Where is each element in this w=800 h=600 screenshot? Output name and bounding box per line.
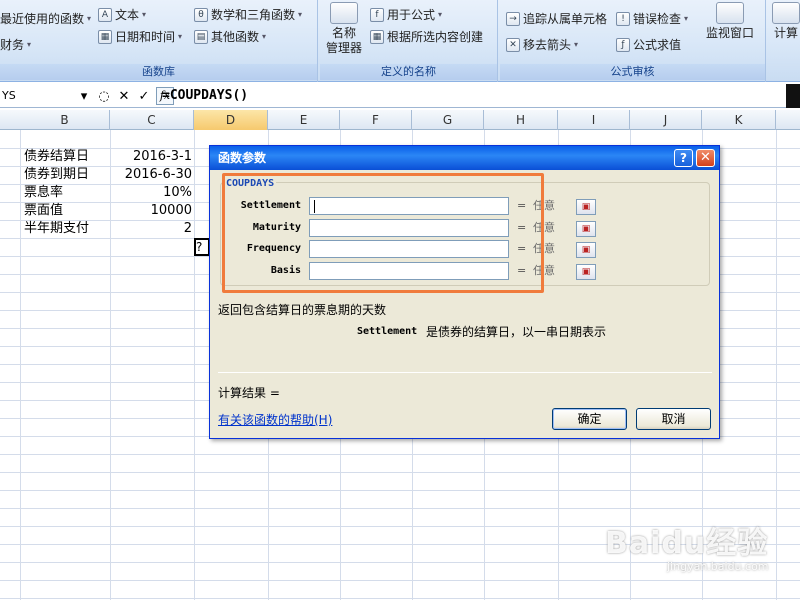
name-manager-icon [330,2,358,24]
formula-input[interactable]: =COUPDAYS() [162,86,248,106]
parameter-description: 是债券的结算日，以一串日期表示 [426,325,607,339]
parameter-name: Settlement [357,326,418,337]
collapse-dialog-icon[interactable]: ▣ [576,221,596,237]
column-header-b[interactable]: B [20,110,110,130]
check-icon[interactable]: ✓ [136,89,152,104]
name-box[interactable]: YS [0,86,72,106]
chevron-down-icon: ▾ [298,10,303,19]
ribbon-group-calculation: 计算 [768,0,800,82]
ribbon: 最近使用的函数 ▾ 财务 ▾ A 文本 ▾ ▦ 日期和时间 ▾ θ 数学和三角函数 ▾ ▤ 其他函… [0,0,800,82]
function-description: 返回包含结算日的票息期的天数 [218,303,387,317]
column-header-h[interactable]: H [484,110,558,130]
use-in-formula-button[interactable]: f 用于公式 ▾ [370,6,442,23]
calculation-button[interactable]: 计算 [772,2,800,41]
cell-c-maturity-value[interactable]: 2016-6-30 [110,166,192,184]
column-headers: B C D E F G H I J K [0,110,800,130]
formula-result: 计算结果 = [218,386,280,400]
chevron-down-icon: ▾ [178,32,183,41]
annotation-highlight-box [222,173,544,293]
divider [218,372,712,373]
column-header-c[interactable]: C [110,110,194,130]
column-header-k[interactable]: K [702,110,776,130]
cell-b-rate-label[interactable]: 票息率 [24,184,63,202]
cell-b-maturity-label[interactable]: 债券到期日 [24,166,89,184]
collapse-dialog-icon[interactable]: ▣ [576,264,596,280]
dialog-title[interactable]: 函数参数 [210,146,719,170]
name-manager-label: 名称 管理器 [326,26,363,55]
watch-window-button[interactable]: 监视窗口 [706,2,754,41]
chevron-down-icon: ▾ [574,40,579,49]
more-functions-icon: ▤ [194,29,208,44]
cancel-icon[interactable]: ✕ [116,89,132,104]
chevron-down-icon: ▾ [262,32,267,41]
ribbon-group-formula-auditing: → 追踪从属单元格 ✕ 移去箭头 ▾ ! 错误检查 ▾ ƒ 公式求值 监视窗口 公式审核 [500,0,766,82]
create-from-selection-button[interactable]: ▦ 根据所选内容创建 [370,28,483,45]
cancel-button[interactable]: 取消 [636,408,711,430]
close-button[interactable]: ✕ [696,149,715,167]
error-checking-button[interactable]: ! 错误检查 ▾ [616,10,688,27]
formula-buttons: ▾ ◌ ✕ ✓ fx [76,86,174,106]
chevron-down-icon: ▾ [142,10,147,19]
chevron-down-icon: ▾ [87,14,92,23]
chevron-down-icon: ▾ [27,40,32,49]
ribbon-group-function-library: 最近使用的函数 ▾ 财务 ▾ A 文本 ▾ ▦ 日期和时间 ▾ θ 数学和三角函数 ▾ ▤ 其他函… [0,0,318,82]
column-header-blank [776,110,800,130]
function-arguments-dialog: 函数参数 ? ✕ Settlement ▣ = 任意 Maturity ▣ = … [209,145,720,439]
calculation-icon [772,2,800,24]
text-icon: A [98,7,112,22]
column-header-g[interactable]: G [412,110,484,130]
column-header-d[interactable]: D [194,110,268,130]
grid-icon: ▦ [370,29,384,44]
column-header-f[interactable]: F [340,110,412,130]
help-on-function-link[interactable]: 有关该函数的帮助(H) [218,411,332,428]
ok-button[interactable]: 确定 [552,408,627,430]
circle-icon: ◌ [98,88,110,104]
recent-functions-button[interactable]: 最近使用的函数 ▾ [0,10,91,27]
cell-c-par-value[interactable]: 10000 [110,202,192,220]
watermark: Baidu经验 jingyan.baidu.com [605,518,769,573]
cell-c-frequency-value[interactable]: 2 [110,220,192,238]
watermark-url: jingyan.baidu.com [667,560,769,573]
evaluate-formula-button[interactable]: ƒ 公式求值 [616,36,681,53]
collapse-dialog-icon[interactable]: ▣ [576,199,596,215]
trace-dependents-button[interactable]: → 追踪从属单元格 [506,10,607,27]
theta-icon: θ [194,7,208,22]
error-check-icon: ! [616,11,630,26]
watch-window-icon [716,2,744,24]
formula-bar: YS ▾ ◌ ✕ ✓ fx =COUPDAYS() [0,84,800,108]
cell-c-settlement-value[interactable]: 2016-3-1 [110,148,192,166]
fx-icon: f [370,7,384,22]
remove-arrows-icon: ✕ [506,37,520,52]
group-label: 定义的名称 [320,64,497,80]
remove-arrows-button[interactable]: ✕ 移去箭头 ▾ [506,36,578,53]
column-header-j[interactable]: J [630,110,702,130]
cell-c-rate-value[interactable]: 10% [110,184,192,202]
cell-b-frequency-label[interactable]: 半年期支付 [24,220,89,238]
financial-button[interactable]: 财务 ▾ [0,36,31,53]
name-manager-button[interactable]: 名称 管理器 [326,2,362,56]
group-label: 公式审核 [500,64,765,80]
active-cell[interactable]: ?D [194,238,210,256]
cell-b-settlement-label[interactable]: 债券结算日 [24,148,89,166]
collapse-dialog-icon[interactable]: ▣ [576,242,596,258]
watermark-brand: Baidu经验 [605,526,769,561]
date-time-button[interactable]: ▦ 日期和时间 ▾ [98,28,182,45]
column-header-e[interactable]: E [268,110,340,130]
group-label: 函数库 [0,64,317,80]
evaluate-icon: ƒ [616,37,630,52]
math-trig-button[interactable]: θ 数学和三角函数 ▾ [194,6,302,23]
help-button[interactable]: ? [674,149,693,167]
ribbon-group-defined-names: 名称 管理器 f 用于公式 ▾ ▦ 根据所选内容创建 定义的名称 [320,0,498,82]
text-functions-button[interactable]: A 文本 ▾ [98,6,146,23]
chevron-down-icon: ▾ [438,10,443,19]
chevron-down-icon[interactable]: ▾ [76,89,92,104]
trace-dependents-icon: → [506,11,520,26]
more-functions-button[interactable]: ▤ 其他函数 ▾ [194,28,266,45]
formula-bar-expand[interactable] [786,84,800,108]
cell-b-par-label[interactable]: 票面值 [24,202,63,220]
column-header-i[interactable]: I [558,110,630,130]
calendar-icon: ▦ [98,29,112,44]
chevron-down-icon: ▾ [684,14,689,23]
